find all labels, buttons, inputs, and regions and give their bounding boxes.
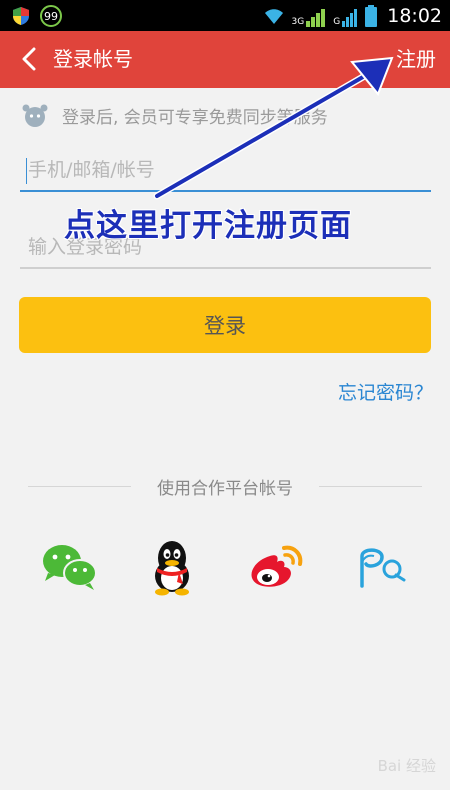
qq-login-button[interactable] <box>142 537 202 597</box>
battery-icon <box>365 4 378 27</box>
account-field[interactable] <box>20 150 431 192</box>
cloud-sync-icon <box>22 104 48 127</box>
signal-g-label: G <box>333 16 341 27</box>
text-caret <box>26 158 27 184</box>
page-title: 登录帐号 <box>53 47 133 71</box>
status-bar: 99 3G G 18:02 <box>0 0 450 31</box>
annotation-text: 点这里打开注册页面 <box>64 208 352 244</box>
login-hint: 登录后, 会员可专享免费同步等服务 <box>20 100 328 130</box>
watermark-text: Bai 经验 <box>377 757 436 775</box>
wechat-login-button[interactable] <box>40 537 100 597</box>
title-bar: 登录帐号 注册 <box>0 31 450 88</box>
back-button[interactable] <box>14 41 44 77</box>
partner-divider: 使用合作平台帐号 <box>28 474 422 500</box>
forgot-password-link[interactable]: 忘记密码？ <box>338 378 433 405</box>
net-badge: 99 <box>40 5 62 27</box>
account-underline <box>20 190 431 192</box>
weibo-icon <box>251 545 303 587</box>
shield-icon <box>13 7 29 25</box>
signal-g: G <box>333 5 359 27</box>
wechat-icon <box>43 545 97 590</box>
login-button[interactable]: 登录 <box>19 297 431 353</box>
account-input[interactable] <box>20 150 431 190</box>
clock: 18:02 <box>387 4 442 27</box>
signal-bars-2-icon <box>342 8 358 27</box>
pp-icon <box>360 548 406 588</box>
wifi-icon <box>264 8 283 24</box>
divider-line-right <box>319 486 422 487</box>
pp-login-button[interactable] <box>350 537 410 597</box>
weibo-login-button[interactable] <box>246 537 306 597</box>
signal-3g: 3G <box>292 5 328 27</box>
signal-bars-icon <box>306 8 326 27</box>
qq-icon <box>155 541 189 596</box>
watermark: Bai 经验 <box>378 755 436 776</box>
password-underline <box>20 267 431 269</box>
register-button[interactable]: 注册 <box>396 31 436 88</box>
signal-3g-label: 3G <box>291 16 305 27</box>
chevron-left-icon <box>22 47 36 71</box>
hint-text: 登录后, 会员可专享免费同步等服务 <box>62 107 328 128</box>
